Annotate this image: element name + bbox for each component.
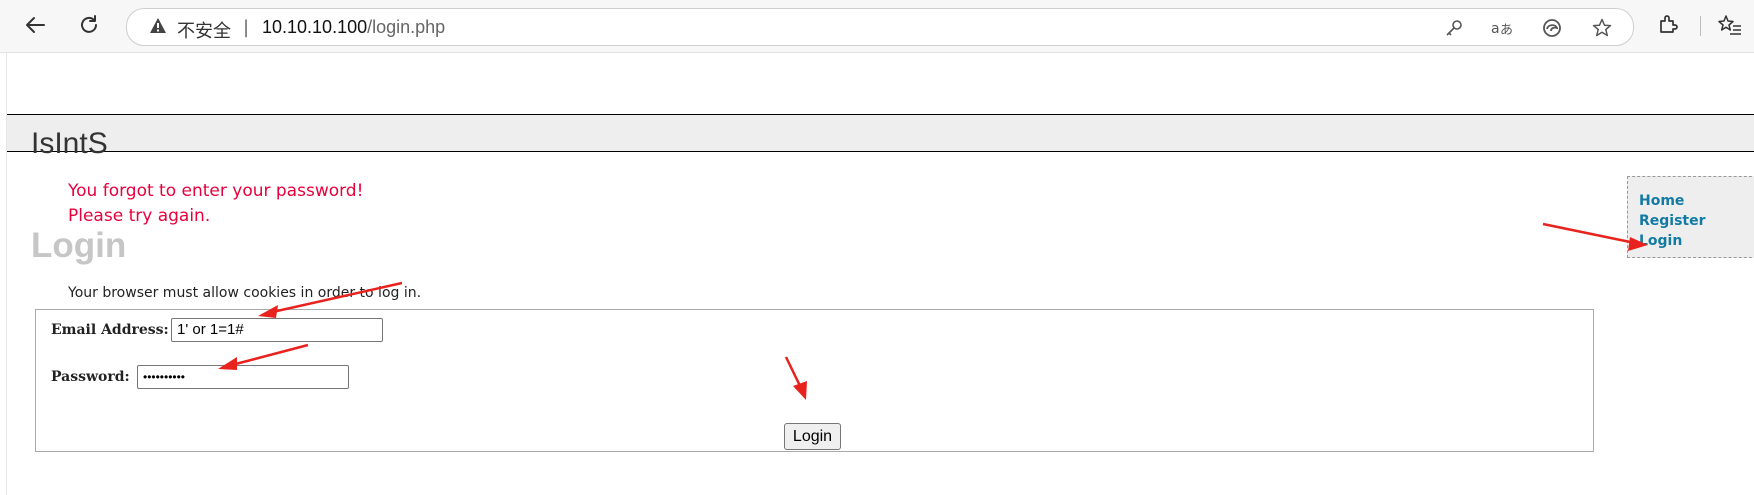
security-label[interactable]: 不安全 <box>177 17 231 43</box>
password-field[interactable]: •••••••••• <box>137 365 349 389</box>
sidebar-item-home[interactable]: Home <box>1639 191 1706 211</box>
sidebar-nav: Home Register Login <box>1627 176 1754 258</box>
login-form: Email Address: 1' or 1=1# Password: ••••… <box>35 309 1594 452</box>
email-label: Email Address: <box>51 322 169 338</box>
reload-icon[interactable] <box>72 8 106 42</box>
page-content: IsIntS You forgot to enter your password… <box>6 53 1754 495</box>
key-icon[interactable] <box>1443 17 1465 39</box>
error-line-1: You forgot to enter your password! <box>68 181 364 201</box>
address-bar[interactable]: 不安全 | 10.10.10.100/login.php aあ <box>126 8 1634 46</box>
warning-icon[interactable] <box>149 17 167 39</box>
sidebar-item-register[interactable]: Register <box>1639 211 1706 231</box>
favorite-star-icon[interactable] <box>1591 17 1613 39</box>
browser-toolbar: 不安全 | 10.10.10.100/login.php aあ <box>0 0 1754 53</box>
favorites-list-icon[interactable] <box>1715 10 1745 40</box>
url-text[interactable]: 10.10.10.100/login.php <box>262 17 445 38</box>
svg-text:あ: あ <box>1500 23 1513 37</box>
toolbar-divider <box>1700 16 1701 36</box>
site-title: IsIntS <box>31 127 108 160</box>
address-separator: | <box>243 17 250 38</box>
password-label: Password: <box>51 369 130 385</box>
back-icon[interactable] <box>18 8 52 42</box>
email-field[interactable]: 1' or 1=1# <box>171 318 383 342</box>
page-title: Login <box>31 226 127 265</box>
login-button[interactable]: Login <box>784 423 841 450</box>
extensions-icon[interactable] <box>1653 10 1683 40</box>
sidebar-item-login[interactable]: Login <box>1639 231 1706 251</box>
cookie-notice: Your browser must allow cookies in order… <box>68 285 422 301</box>
edge-icon[interactable] <box>1541 17 1563 39</box>
url-path: /login.php <box>367 17 446 37</box>
site-header <box>7 114 1754 152</box>
svg-text:a: a <box>1491 21 1500 37</box>
translate-icon[interactable]: aあ <box>1491 17 1513 39</box>
error-message: You forgot to enter your password! Pleas… <box>68 179 363 229</box>
url-host: 10.10.10.100 <box>262 17 368 37</box>
